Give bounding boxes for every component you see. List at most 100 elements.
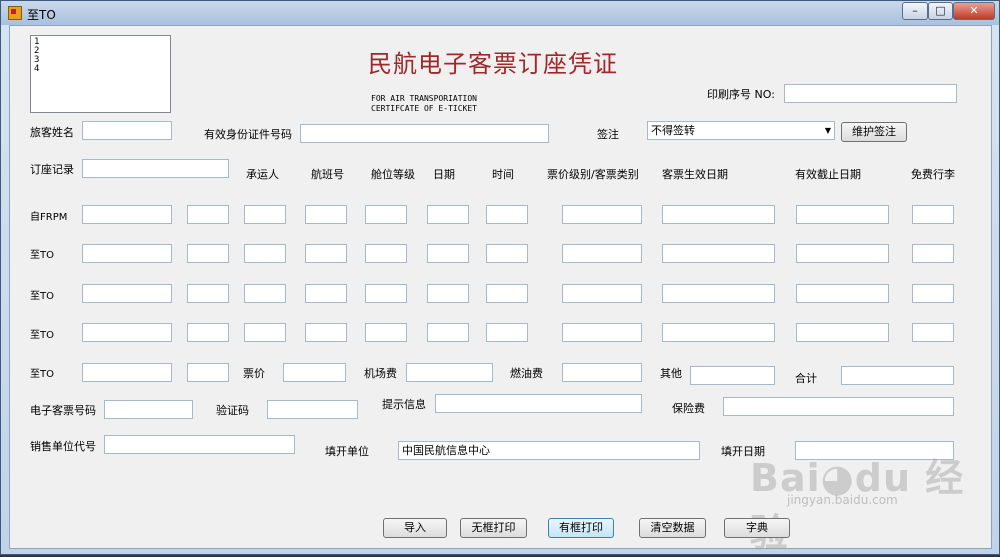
record-listbox[interactable]: 1 2 3 4 xyxy=(30,35,171,113)
other-fee-label: 其他 xyxy=(660,367,682,380)
flight-row-1-valid-from-input[interactable] xyxy=(662,205,775,224)
col-flight-no: 航班号 xyxy=(311,168,344,181)
row-label-to-1: 至TO xyxy=(30,250,54,261)
flight-row-2-date-input[interactable] xyxy=(365,244,407,263)
flight-row-3-departure-time-input[interactable] xyxy=(486,284,528,303)
list-item[interactable]: 1 xyxy=(34,38,167,47)
flight-row-2-valid-from-input[interactable] xyxy=(662,244,775,263)
passenger-name-input[interactable] xyxy=(82,121,172,140)
hint-info-input[interactable] xyxy=(435,394,642,413)
flight-row-3-carrier-input[interactable] xyxy=(187,284,229,303)
print-without-frame-button[interactable]: 无框打印 xyxy=(460,518,527,538)
list-item[interactable]: 2 xyxy=(34,47,167,56)
flight-row-3-flight-no-input[interactable] xyxy=(244,284,286,303)
flight-row-3-valid-until-input[interactable] xyxy=(796,284,889,303)
col-fare-basis: 票价级别/客票类别 xyxy=(547,168,639,181)
flight-row-4-departure-time-input[interactable] xyxy=(486,323,528,342)
minimize-button[interactable]: – xyxy=(902,2,928,20)
dictionary-button[interactable]: 字典 xyxy=(724,518,790,538)
row-label-from: 自FRPM xyxy=(30,212,68,223)
booking-record-input[interactable] xyxy=(82,159,229,178)
airport-fee-label: 机场费 xyxy=(364,367,397,380)
flight-row-1-cabin-class-input[interactable] xyxy=(305,205,347,224)
flight-row-4-origin-input[interactable] xyxy=(82,323,172,342)
eticket-number-input[interactable] xyxy=(104,400,193,419)
flight-row-1-date-input[interactable] xyxy=(365,205,407,224)
flight-row-3-date-input[interactable] xyxy=(365,284,407,303)
col-time: 时间 xyxy=(492,168,514,181)
subtitle-line-1: FOR AIR TRANSPORIATION xyxy=(371,94,477,103)
flight-row-1-carrier-input[interactable] xyxy=(187,205,229,224)
fare-input[interactable] xyxy=(283,363,346,382)
flight-row-1-flight-no-input[interactable] xyxy=(244,205,286,224)
app-window: 至TO – □ ✕ 1 2 3 4 民航电子客票订座凭证 FOR AIR TRA… xyxy=(0,0,1000,555)
maintain-endorsement-button[interactable]: 维护签注 xyxy=(841,122,907,142)
flight-row-1-departure-time-input[interactable] xyxy=(486,205,528,224)
row-label-to-4: 至TO xyxy=(30,369,54,380)
insurance-input[interactable] xyxy=(723,397,954,416)
verification-code-input[interactable] xyxy=(267,400,358,419)
flight-row-4-cabin-class-input[interactable] xyxy=(305,323,347,342)
endorsement-select[interactable]: 不得签转 ▼ xyxy=(647,121,835,140)
other-fee-input[interactable] xyxy=(690,366,775,385)
total-input[interactable] xyxy=(841,366,954,385)
window-title: 至TO xyxy=(27,8,56,22)
flight-row-2-origin-input[interactable] xyxy=(82,244,172,263)
flight-row-1-time-input[interactable] xyxy=(427,205,469,224)
fuel-surcharge-input[interactable] xyxy=(562,363,642,382)
airport-fee-input[interactable] xyxy=(406,363,493,382)
subtitle-line-2: CERTIFCATE OF E-TICKET xyxy=(371,104,477,113)
list-item[interactable]: 4 xyxy=(34,65,167,74)
flight-row-2-flight-no-input[interactable] xyxy=(244,244,286,263)
agent-code-label: 销售单位代号 xyxy=(30,440,96,453)
flight-row-3-time-input[interactable] xyxy=(427,284,469,303)
flight-row-4-valid-until-input[interactable] xyxy=(796,323,889,342)
col-carrier: 承运人 xyxy=(246,168,279,181)
row-label-to-2: 至TO xyxy=(30,291,54,302)
flight-row-2-valid-until-input[interactable] xyxy=(796,244,889,263)
flight-row-2-time-input[interactable] xyxy=(427,244,469,263)
flight-row-3-origin-input[interactable] xyxy=(82,284,172,303)
flight-row-1-origin-input[interactable] xyxy=(82,205,172,224)
import-button[interactable]: 导入 xyxy=(383,518,447,538)
total-label: 合计 xyxy=(795,372,817,385)
flight-row-2-departure-time-input[interactable] xyxy=(486,244,528,263)
flight-row-2-fare-basis-input[interactable] xyxy=(562,244,642,263)
flight-row-3-fare-basis-input[interactable] xyxy=(562,284,642,303)
flight-row-4-flight-no-input[interactable] xyxy=(244,323,286,342)
flight-row-4-carrier-input[interactable] xyxy=(187,323,229,342)
title-bar[interactable]: 至TO – □ ✕ xyxy=(1,1,999,25)
fare-row-carrier-input[interactable] xyxy=(187,363,229,382)
list-item[interactable]: 3 xyxy=(34,56,167,65)
flight-row-2-cabin-class-input[interactable] xyxy=(305,244,347,263)
flight-row-3-free-baggage-input[interactable] xyxy=(912,284,954,303)
row-label-to-3: 至TO xyxy=(30,330,54,341)
fare-row-origin-input[interactable] xyxy=(82,363,172,382)
flight-row-1-fare-basis-input[interactable] xyxy=(562,205,642,224)
maximize-button[interactable]: □ xyxy=(928,2,953,20)
agent-code-input[interactable] xyxy=(104,435,295,454)
id-number-label: 有效身份证件号码 xyxy=(204,128,292,141)
page-title: 民航电子客票订座凭证 xyxy=(368,50,618,78)
flight-row-2-free-baggage-input[interactable] xyxy=(912,244,954,263)
flight-row-3-valid-from-input[interactable] xyxy=(662,284,775,303)
flight-row-1-valid-until-input[interactable] xyxy=(796,205,889,224)
flight-row-1-free-baggage-input[interactable] xyxy=(912,205,954,224)
flight-row-4-valid-from-input[interactable] xyxy=(662,323,775,342)
issuer-input[interactable]: 中国民航信息中心 xyxy=(398,441,700,460)
print-serial-input[interactable] xyxy=(784,84,957,103)
col-valid-until: 有效截止日期 xyxy=(795,168,861,181)
flight-row-2-carrier-input[interactable] xyxy=(187,244,229,263)
close-button[interactable]: ✕ xyxy=(953,2,995,20)
flight-row-3-cabin-class-input[interactable] xyxy=(305,284,347,303)
chevron-down-icon[interactable]: ▼ xyxy=(825,122,831,139)
hint-info-label: 提示信息 xyxy=(382,398,426,411)
flight-row-4-date-input[interactable] xyxy=(365,323,407,342)
clear-data-button[interactable]: 清空数据 xyxy=(639,518,706,538)
id-number-input[interactable] xyxy=(300,124,549,143)
insurance-label: 保险费 xyxy=(672,402,705,415)
print-with-frame-button[interactable]: 有框打印 xyxy=(548,518,614,538)
flight-row-4-free-baggage-input[interactable] xyxy=(912,323,954,342)
flight-row-4-time-input[interactable] xyxy=(427,323,469,342)
flight-row-4-fare-basis-input[interactable] xyxy=(562,323,642,342)
